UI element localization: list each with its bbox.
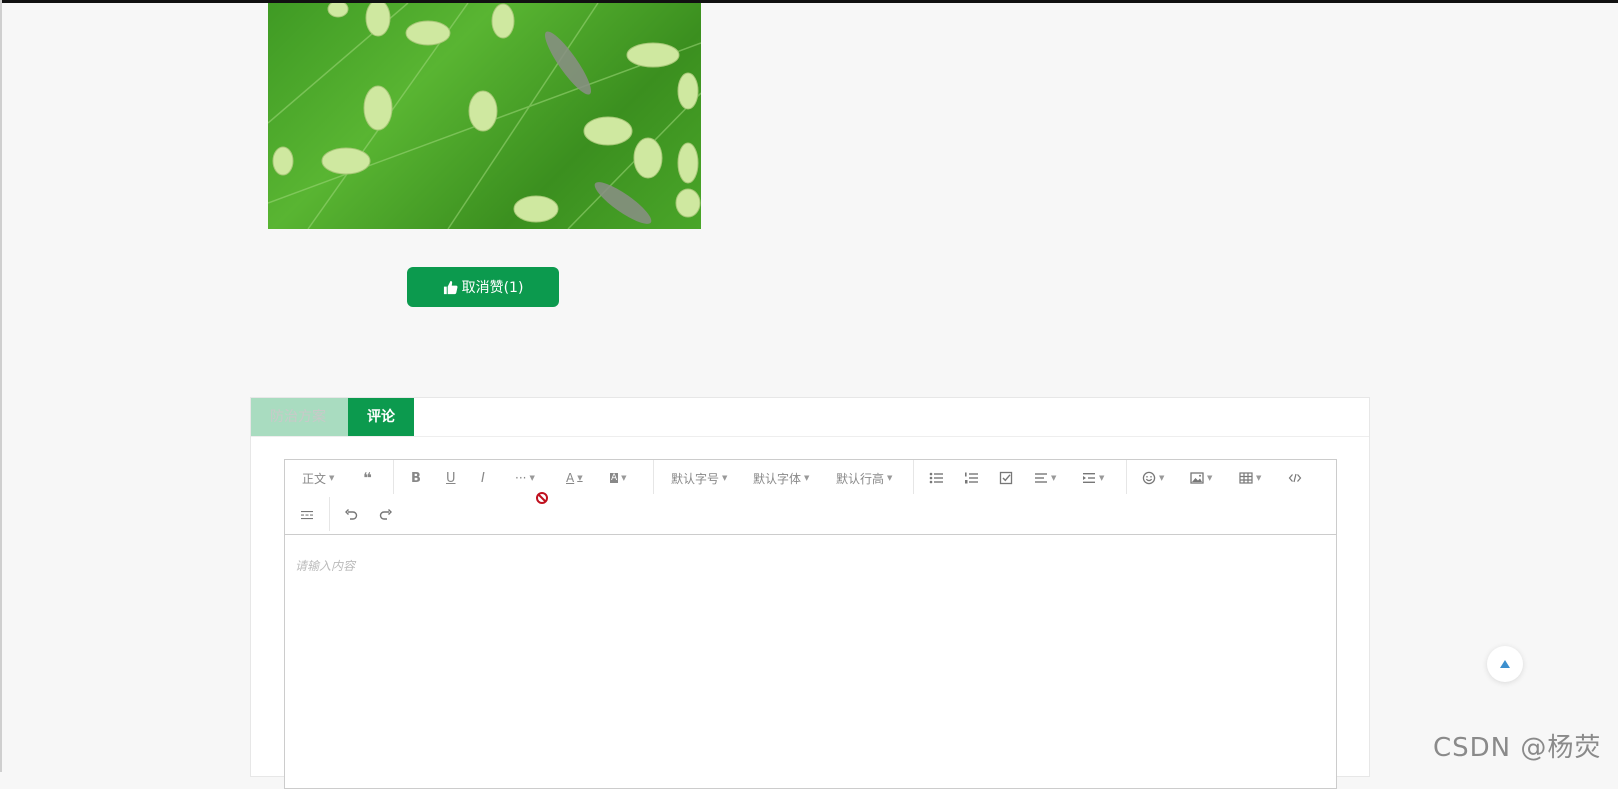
content-panel: 防治方案 评论 正文 ▼ ❝ B U I ··· ▼ A ▼ A ▼ 默认字号 … <box>250 397 1370 789</box>
font-family-select[interactable]: 默认字体 ▼ <box>753 468 809 488</box>
paragraph-label: 正文 <box>302 471 327 486</box>
line-height-label: 默认行高 <box>836 471 885 486</box>
top-bar <box>0 0 1618 3</box>
numbered-list-icon <box>965 472 978 484</box>
underline-button[interactable]: U <box>446 468 456 488</box>
font-family-label: 默认字体 <box>753 471 802 486</box>
italic-button[interactable]: I <box>481 468 485 488</box>
align-button[interactable]: ▼ <box>1034 468 1056 488</box>
tab-prevention-plan[interactable]: 防治方案 <box>251 398 348 436</box>
rich-text-editor: 正文 ▼ ❝ B U I ··· ▼ A ▼ A ▼ 默认字号 ▼ 默认字体 ▼… <box>284 459 1337 789</box>
numbered-list-button[interactable] <box>964 468 978 488</box>
background-color-button[interactable]: A ▼ <box>610 468 627 488</box>
toolbar-separator <box>393 460 394 494</box>
image-icon <box>1190 472 1204 484</box>
chevron-down-icon: ▼ <box>887 474 893 482</box>
align-left-icon <box>1035 473 1047 483</box>
emoji-icon <box>1142 471 1156 485</box>
chevron-down-icon: ▼ <box>1159 474 1165 482</box>
undo-button[interactable] <box>344 505 358 525</box>
font-size-select[interactable]: 默认字号 ▼ <box>671 468 727 488</box>
chevron-down-icon: ▼ <box>1207 474 1213 482</box>
image-button[interactable]: ▼ <box>1190 468 1212 488</box>
not-allowed-cursor-icon <box>535 488 549 508</box>
chevron-down-icon: ▼ <box>1256 474 1262 482</box>
redo-icon <box>379 509 392 520</box>
todo-button[interactable] <box>999 468 1013 488</box>
code-icon <box>1288 473 1302 483</box>
caret-up-icon <box>1500 660 1510 668</box>
checkbox-icon <box>999 471 1013 485</box>
editor-content-area[interactable] <box>285 535 1336 788</box>
code-button[interactable] <box>1288 468 1302 488</box>
like-button[interactable]: 取消赞(1) <box>407 267 559 307</box>
paragraph-select[interactable]: 正文 ▼ <box>302 468 334 488</box>
tab-divider <box>251 436 1369 437</box>
left-border <box>0 0 2 772</box>
chevron-down-icon: ▼ <box>621 474 627 482</box>
chevron-down-icon: ▼ <box>804 474 810 482</box>
quote-button[interactable]: ❝ <box>363 468 372 488</box>
thumbs-up-icon <box>443 280 458 294</box>
divider-button[interactable] <box>300 505 314 525</box>
toolbar-separator <box>913 460 914 494</box>
toolbar-separator <box>1126 460 1127 494</box>
tab-comments[interactable]: 评论 <box>348 398 414 436</box>
indent-button[interactable]: ▼ <box>1082 468 1104 488</box>
chevron-down-icon: ▼ <box>722 474 728 482</box>
toolbar-separator <box>329 497 330 531</box>
like-button-label: 取消赞(1) <box>461 280 524 296</box>
line-height-select[interactable]: 默认行高 ▼ <box>836 468 892 488</box>
more-icon: ··· <box>515 471 527 485</box>
bold-icon: B <box>411 470 421 486</box>
chevron-down-icon: ▼ <box>577 474 583 482</box>
editor-toolbar: 正文 ▼ ❝ B U I ··· ▼ A ▼ A ▼ 默认字号 ▼ 默认字体 ▼… <box>285 460 1336 535</box>
table-icon <box>1239 472 1253 484</box>
undo-icon <box>345 509 358 520</box>
tab-bar: 防治方案 评论 <box>251 398 414 436</box>
font-size-label: 默认字号 <box>671 471 720 486</box>
watermark: CSDN @杨荧 <box>1433 733 1602 763</box>
toolbar-separator <box>653 460 654 494</box>
pest-image <box>268 3 701 229</box>
font-color-button[interactable]: A ▼ <box>566 468 583 488</box>
quote-icon: ❝ <box>363 469 372 487</box>
bulleted-list-button[interactable] <box>929 468 943 488</box>
chevron-down-icon: ▼ <box>1099 474 1105 482</box>
font-color-icon: A <box>566 471 575 485</box>
bold-button[interactable]: B <box>411 468 421 488</box>
chevron-down-icon: ▼ <box>529 474 535 482</box>
chevron-down-icon: ▼ <box>329 474 335 482</box>
indent-icon <box>1083 473 1095 483</box>
background-color-icon: A <box>610 473 619 483</box>
horizontal-rule-icon <box>301 511 313 520</box>
redo-button[interactable] <box>379 505 393 525</box>
table-button[interactable]: ▼ <box>1239 468 1261 488</box>
editor-placeholder: 请输入内容 <box>295 559 356 573</box>
back-to-top-button[interactable] <box>1487 646 1523 682</box>
italic-icon: I <box>481 470 485 486</box>
more-styles-button[interactable]: ··· ▼ <box>515 468 535 488</box>
bulleted-list-icon <box>929 472 943 484</box>
emoji-button[interactable]: ▼ <box>1142 468 1164 488</box>
underline-icon: U <box>446 470 456 486</box>
chevron-down-icon: ▼ <box>1051 474 1057 482</box>
